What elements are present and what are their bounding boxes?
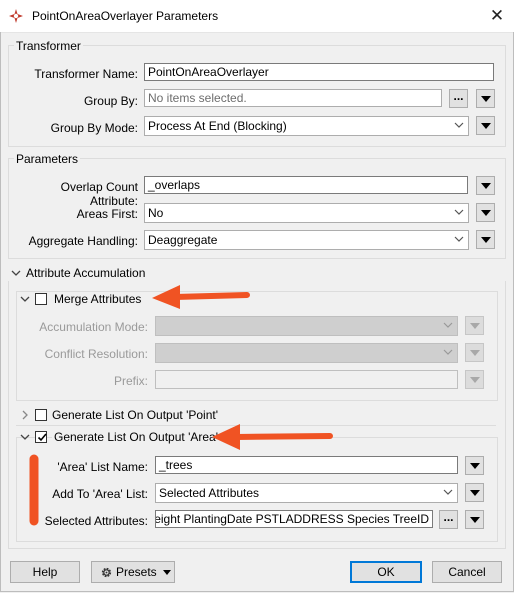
generate-list-area-label: Generate List On Output 'Area' — [52, 430, 221, 444]
areas-first-menu-button[interactable] — [476, 203, 495, 222]
area-list-name-label: 'Area' List Name: — [57, 460, 148, 474]
generate-list-point-label: Generate List On Output 'Point' — [52, 408, 219, 422]
triangle-down-icon — [470, 517, 480, 523]
parameters-legend: Parameters — [14, 152, 81, 166]
triangle-down-icon — [470, 490, 480, 496]
chevron-down-icon — [443, 489, 453, 495]
triangle-down-icon — [470, 377, 480, 383]
selected-attributes-menu-button[interactable] — [465, 510, 484, 529]
chevron-down-icon — [454, 122, 464, 128]
group-by-field[interactable]: No items selected. — [144, 89, 442, 107]
area-list-name-menu-button[interactable] — [465, 456, 484, 475]
group-by-mode-label: Group By Mode: — [50, 121, 138, 135]
add-to-area-list-value: Selected Attributes — [159, 486, 260, 500]
aggregate-handling-label: Aggregate Handling: — [28, 234, 138, 248]
triangle-down-icon — [481, 123, 491, 129]
accumulation-mode-label: Accumulation Mode: — [39, 320, 148, 334]
help-button[interactable]: Help — [10, 561, 80, 583]
triangle-down-icon — [481, 96, 491, 102]
triangle-down-icon — [470, 463, 480, 469]
list-point-separator — [16, 425, 496, 426]
collapse-chevron-icon[interactable] — [20, 294, 30, 304]
accumulation-mode-select — [155, 316, 458, 336]
aggregate-handling-value: Deaggregate — [148, 233, 218, 247]
triangle-down-icon — [481, 210, 491, 216]
overlap-count-label: Overlap Count Attribute: — [60, 180, 138, 208]
conflict-resolution-label: Conflict Resolution: — [44, 347, 148, 361]
prefix-menu-button — [465, 370, 484, 389]
fme-transformer-icon — [9, 9, 23, 23]
selected-attributes-label: Selected Attributes: — [44, 514, 148, 528]
group-by-mode-value: Process At End (Blocking) — [148, 119, 287, 133]
conflict-resolution-menu-button — [465, 343, 484, 362]
add-to-area-list-menu-button[interactable] — [465, 483, 484, 502]
aggregate-handling-menu-button[interactable] — [476, 230, 495, 249]
group-by-mode-menu-button[interactable] — [476, 116, 495, 135]
areas-first-value: No — [148, 206, 164, 220]
area-list-name-field[interactable]: _trees — [155, 456, 458, 474]
add-to-area-list-label: Add To 'Area' List: — [52, 487, 148, 501]
merge-attributes-checkbox[interactable] — [35, 293, 47, 305]
attribute-accumulation-title: Attribute Accumulation — [26, 266, 146, 280]
group-by-browse-button[interactable]: ... — [449, 89, 468, 108]
prefix-field — [155, 370, 458, 389]
overlap-count-menu-button[interactable] — [476, 176, 495, 195]
selected-attributes-browse-button[interactable]: ... — [439, 510, 458, 529]
transformer-legend: Transformer — [14, 39, 83, 53]
overlap-count-field[interactable]: _overlaps — [144, 176, 468, 194]
group-by-mode-select[interactable]: Process At End (Blocking) — [144, 116, 469, 136]
chevron-down-icon — [454, 209, 464, 215]
aggregate-handling-select[interactable]: Deaggregate — [144, 230, 469, 250]
presets-label: Presets — [116, 565, 157, 579]
merge-attributes-label: Merge Attributes — [52, 292, 144, 306]
group-by-menu-button[interactable] — [476, 89, 495, 108]
generate-list-area-checkbox[interactable] — [35, 431, 47, 443]
chevron-down-icon — [443, 349, 453, 355]
triangle-down-icon — [470, 350, 480, 356]
collapse-chevron-icon[interactable] — [11, 268, 21, 278]
cancel-button[interactable]: Cancel — [432, 561, 502, 583]
accumulation-mode-menu-button — [465, 316, 484, 335]
ok-button[interactable]: OK — [350, 561, 422, 583]
triangle-down-icon — [481, 237, 491, 243]
prefix-label: Prefix: — [113, 374, 148, 388]
presets-button[interactable]: Presets — [91, 561, 175, 583]
areas-first-label: Areas First: — [76, 207, 138, 221]
close-icon[interactable]: ✕ — [484, 3, 510, 29]
expand-chevron-icon[interactable] — [20, 410, 30, 420]
selected-attributes-value: Genus Height PlantingDate PSTLADDRESS Sp… — [155, 512, 429, 526]
triangle-down-icon — [470, 323, 480, 329]
transformer-name-label: Transformer Name: — [34, 67, 138, 81]
triangle-down-icon — [481, 183, 491, 189]
chevron-down-icon — [443, 322, 453, 328]
selected-attributes-field[interactable]: Genus Height PlantingDate PSTLADDRESS Sp… — [155, 510, 433, 528]
collapse-chevron-icon[interactable] — [20, 432, 30, 442]
chevron-down-icon — [454, 236, 464, 242]
triangle-down-icon — [163, 570, 171, 575]
areas-first-select[interactable]: No — [144, 203, 469, 223]
group-by-label: Group By: — [83, 94, 138, 108]
window-title: PointOnAreaOverlayer Parameters — [32, 9, 219, 23]
checkmark-icon — [37, 433, 47, 442]
gear-icon — [101, 567, 112, 578]
generate-list-point-checkbox[interactable] — [35, 409, 47, 421]
add-to-area-list-select[interactable]: Selected Attributes — [155, 483, 458, 503]
transformer-name-field[interactable]: PointOnAreaOverlayer — [144, 63, 494, 81]
conflict-resolution-select — [155, 343, 458, 363]
